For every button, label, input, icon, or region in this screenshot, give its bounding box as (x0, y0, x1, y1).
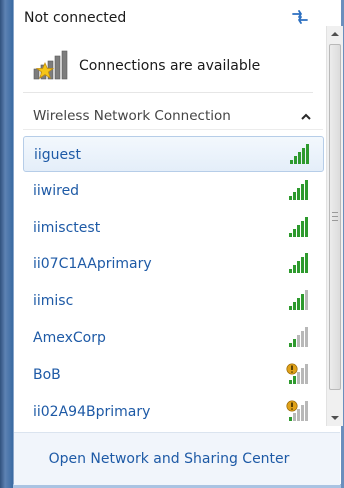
signal-bars-icon (289, 179, 308, 200)
network-item[interactable]: iiwired (23, 173, 324, 209)
network-item[interactable]: iiguest (23, 136, 324, 172)
scroll-down-arrow-icon[interactable] (327, 410, 343, 426)
network-item[interactable]: BoB (23, 357, 324, 393)
connection-status: Not connected (24, 10, 127, 26)
network-name: iimisc (33, 293, 74, 310)
network-name: BoB (33, 366, 61, 383)
network-name: ii02A94Bprimary (33, 403, 151, 420)
unsecured-shield-icon (286, 400, 298, 412)
network-list: iiguest iiwired iimisctest ii07C1AAprimary i… (23, 136, 324, 432)
signal-bars-icon (289, 216, 308, 237)
section-title: Wireless Network Connection (33, 108, 231, 124)
network-name: ii07C1AAprimary (33, 256, 152, 273)
signal-bars-icon (289, 290, 308, 311)
network-item[interactable]: ii07C1AAprimary (23, 246, 324, 282)
unsecured-shield-icon (286, 363, 298, 375)
network-item[interactable]: iimisctest (23, 210, 324, 246)
scroll-up-arrow-icon[interactable] (327, 26, 343, 42)
scroll-grip-icon (332, 212, 338, 221)
network-name: iimisctest (33, 219, 101, 236)
background-window-sliver (0, 0, 13, 488)
signal-bars-icon (286, 400, 308, 421)
network-name: AmexCorp (33, 330, 106, 346)
signal-bars-icon (289, 253, 308, 274)
open-network-sharing-center-link[interactable]: Open Network and Sharing Center (14, 451, 324, 467)
network-item[interactable]: iimisc (23, 283, 324, 319)
signal-bars-icon (290, 144, 309, 164)
network-name: iiwired (33, 182, 80, 199)
divider (23, 92, 313, 93)
scrollbar[interactable] (326, 26, 343, 426)
connections-available-text: Connections are available (79, 58, 261, 74)
network-item[interactable]: ii02A94Bprimary (23, 394, 324, 430)
network-star-icon (33, 50, 68, 80)
chevron-up-icon[interactable] (300, 112, 312, 122)
footer: Open Network and Sharing Center (14, 432, 340, 485)
divider (23, 129, 323, 130)
signal-bars-icon (289, 327, 308, 347)
refresh-icon[interactable] (290, 8, 310, 26)
network-name: iiguest (34, 147, 81, 163)
signal-bars-icon (286, 363, 308, 384)
network-item[interactable]: AmexCorp (23, 320, 324, 356)
scrollbar-thumb[interactable] (329, 44, 341, 390)
